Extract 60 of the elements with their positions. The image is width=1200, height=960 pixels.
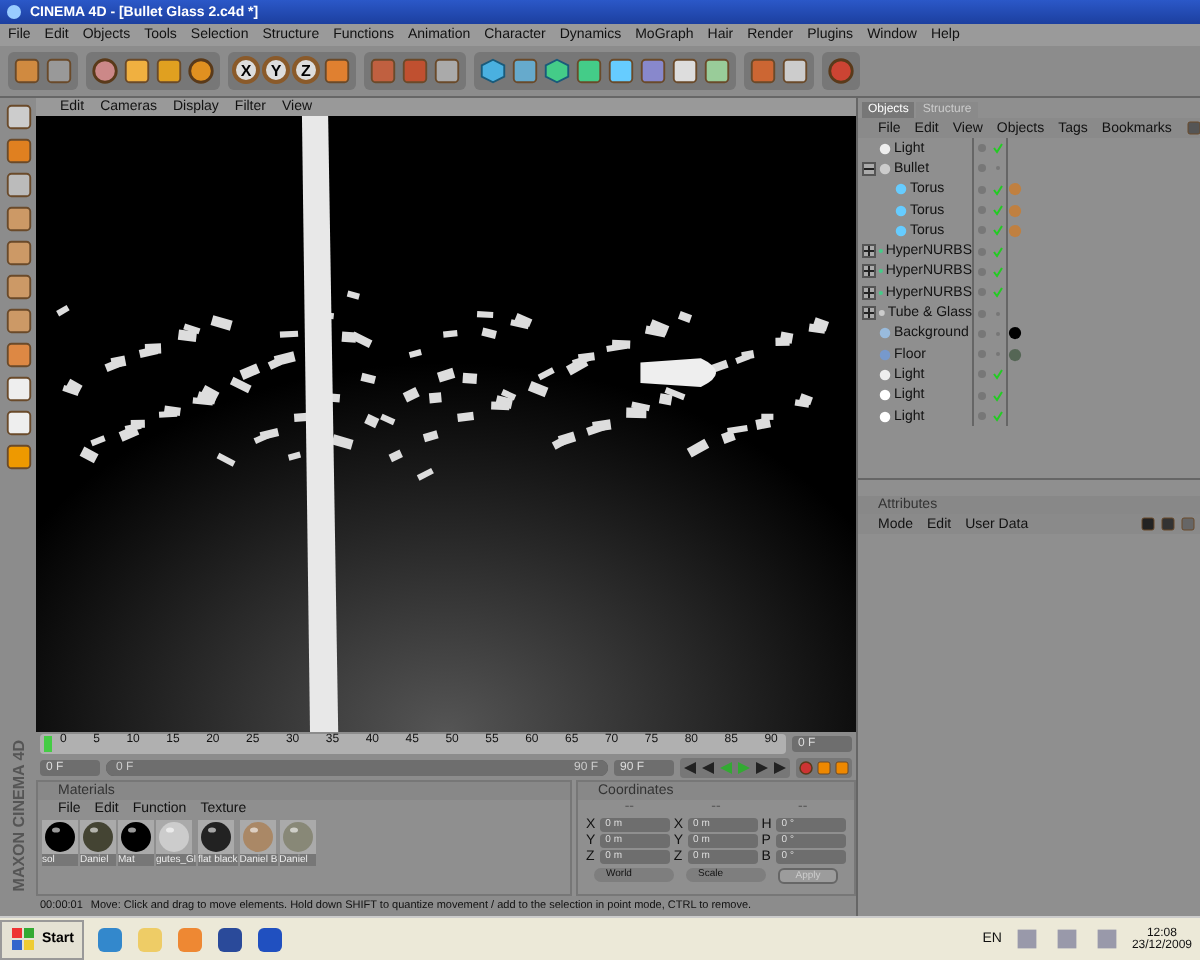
expander[interactable] [862, 244, 876, 259]
material-swatch[interactable] [42, 820, 78, 854]
check-icon[interactable] [992, 368, 1004, 381]
floor-object-icon [878, 347, 892, 362]
visibility-dot-icon[interactable] [976, 410, 988, 422]
expander[interactable] [862, 161, 876, 176]
visibility-dot-icon[interactable] [976, 389, 988, 402]
check-icon[interactable] [992, 389, 1004, 402]
check-icon[interactable] [992, 183, 1004, 196]
material-swatch[interactable] [279, 820, 316, 854]
material-swatch[interactable] [156, 820, 192, 854]
record-icon[interactable] [826, 56, 856, 86]
check-icon[interactable] [992, 265, 1004, 278]
visibility-dot-icon[interactable] [976, 348, 988, 361]
first-icon[interactable] [682, 760, 698, 776]
nurbs-icon[interactable] [542, 56, 572, 86]
unchecked-icon[interactable] [992, 327, 1004, 340]
material-swatch[interactable] [118, 820, 154, 854]
axis-toggle[interactable]: Y [262, 56, 290, 84]
last-icon[interactable] [772, 760, 788, 776]
expander[interactable] [862, 306, 876, 321]
expander[interactable] [862, 264, 876, 279]
spot-object-icon [878, 367, 892, 382]
visibility-dot-icon[interactable] [976, 162, 988, 175]
record-icon[interactable] [798, 760, 814, 776]
axis-toggle[interactable]: Z [292, 56, 320, 84]
check-icon[interactable] [992, 224, 1004, 237]
expander[interactable] [862, 285, 876, 300]
check-icon[interactable] [992, 204, 1004, 217]
unchecked-icon[interactable] [992, 307, 1004, 320]
visibility-dot-icon[interactable] [976, 183, 988, 196]
check-icon[interactable] [992, 142, 1004, 155]
check-icon[interactable] [992, 410, 1004, 422]
cube-icon[interactable] [478, 56, 508, 86]
visibility-dot-icon[interactable] [976, 307, 988, 320]
visibility-dot-icon[interactable] [976, 327, 988, 340]
visibility-dot-icon[interactable] [976, 245, 988, 258]
visibility-dot-icon[interactable] [976, 265, 988, 278]
material-swatch[interactable] [239, 820, 276, 854]
visibility-dot-icon[interactable] [976, 142, 988, 155]
spot-object-icon [878, 141, 892, 156]
visibility-dot-icon[interactable] [976, 204, 988, 217]
prev-icon[interactable] [700, 760, 716, 776]
unchecked-icon[interactable] [992, 348, 1004, 361]
material-swatch[interactable] [198, 820, 235, 854]
windows-logo-icon [10, 925, 38, 953]
axis-toggle[interactable]: X [232, 56, 260, 84]
null-object-icon [878, 306, 886, 321]
background-object-icon [878, 326, 892, 341]
visibility-dot-icon[interactable] [976, 368, 988, 381]
check-icon[interactable] [992, 286, 1004, 299]
material-swatch[interactable] [80, 820, 116, 854]
unchecked-icon[interactable] [992, 162, 1004, 175]
check-icon[interactable] [992, 245, 1004, 258]
null-object-icon [878, 161, 892, 176]
visibility-dot-icon[interactable] [976, 286, 988, 299]
material-tag-icon[interactable] [1008, 326, 1022, 341]
app-logo-icon [6, 4, 22, 20]
next-icon[interactable] [754, 760, 770, 776]
visibility-dot-icon[interactable] [976, 224, 988, 237]
